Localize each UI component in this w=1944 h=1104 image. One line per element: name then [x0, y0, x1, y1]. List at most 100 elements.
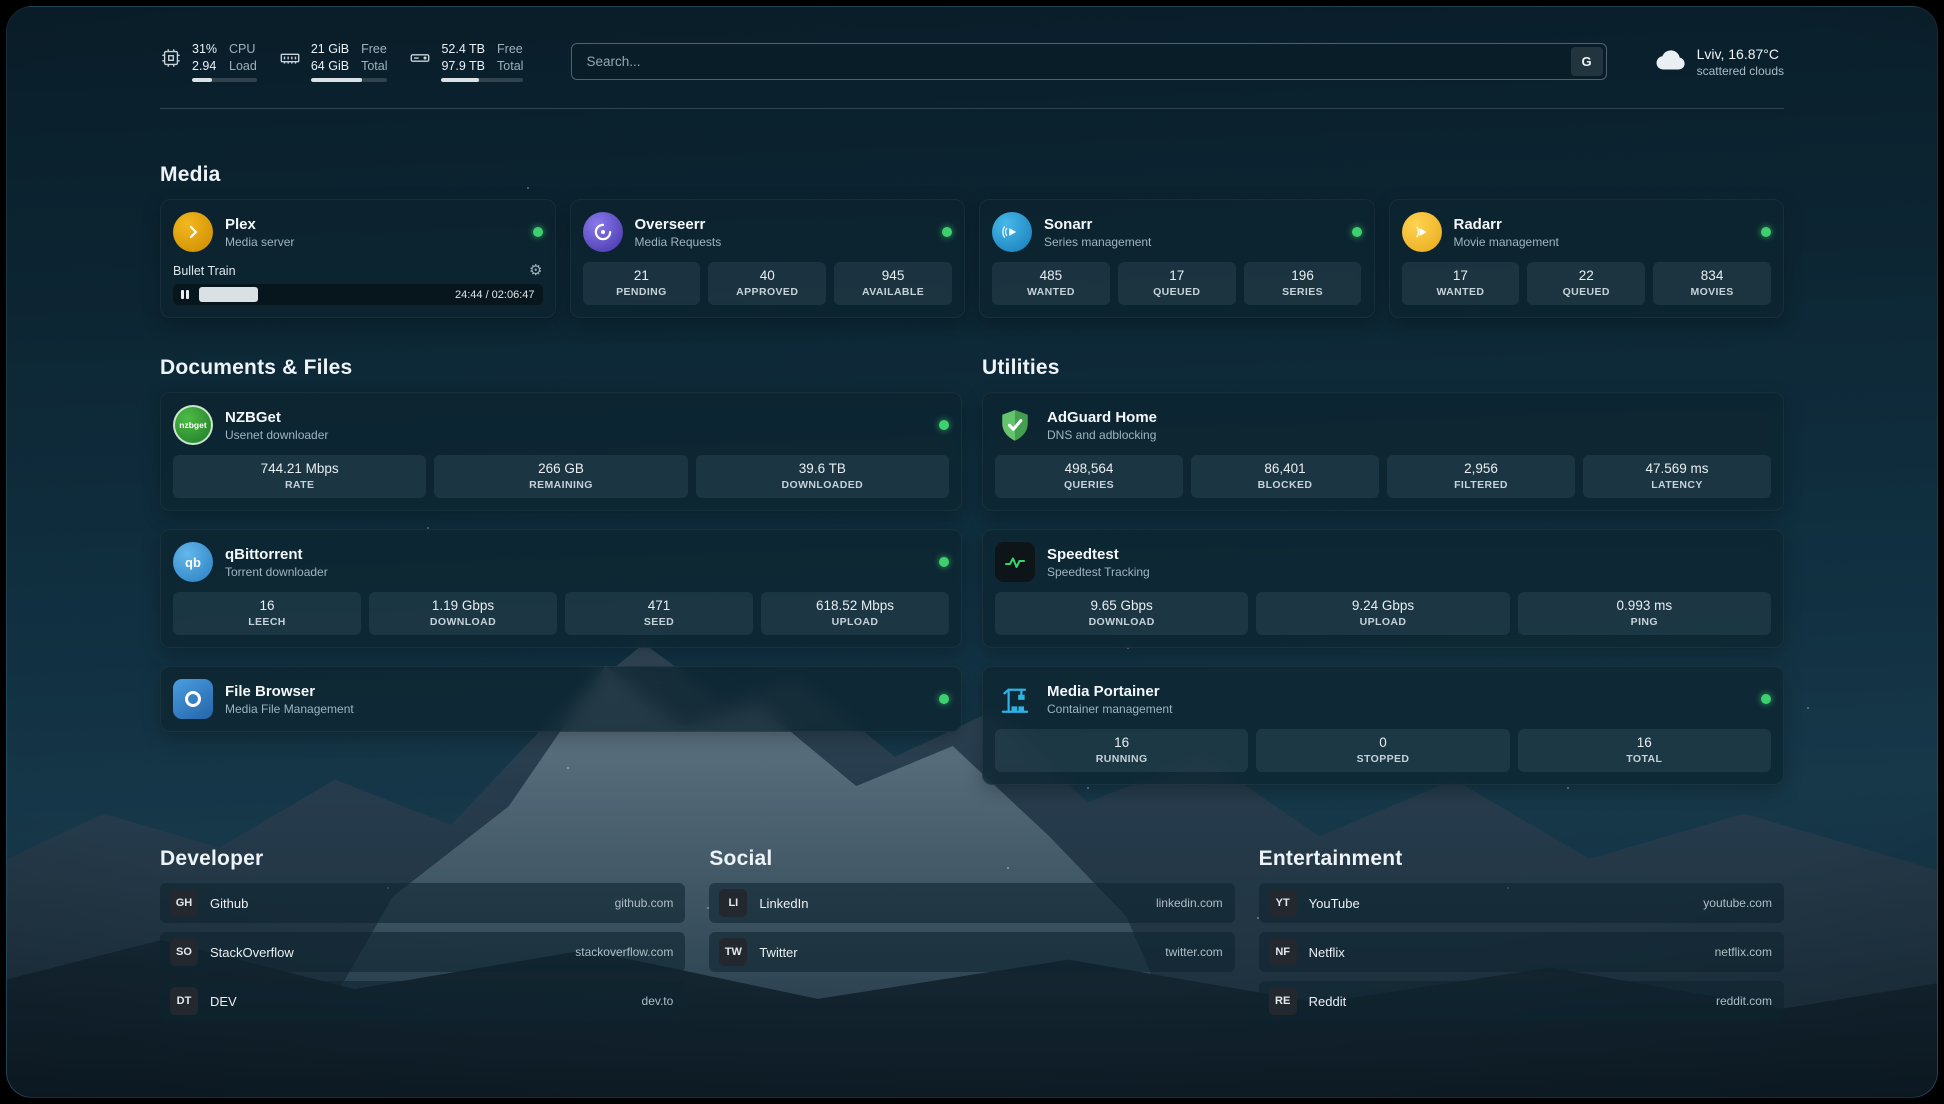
cpu-icon: [160, 47, 182, 69]
app-name: qBittorrent: [225, 546, 328, 563]
stat-approved: 40APPROVED: [708, 262, 826, 305]
app-subtitle: Torrent downloader: [225, 565, 328, 579]
reddit-icon: RE: [1269, 987, 1297, 1015]
bookmark-name: Twitter: [759, 945, 797, 960]
app-card-radarr[interactable]: Radarr Movie management 17WANTED 22QUEUE…: [1389, 199, 1785, 318]
pause-icon[interactable]: [181, 290, 189, 299]
app-card-portainer[interactable]: Media Portainer Container management 16R…: [982, 666, 1784, 785]
stat-wanted: 17WANTED: [1402, 262, 1520, 305]
cpu-percent: 31%: [192, 41, 217, 57]
app-card-nzbget[interactable]: nzbget NZBGet Usenet downloader 744.21 M…: [160, 392, 962, 511]
bookmark-netflix[interactable]: NF Netflix netflix.com: [1259, 932, 1784, 972]
memory-icon: [279, 47, 301, 69]
bookmark-linkedin[interactable]: LI LinkedIn linkedin.com: [709, 883, 1234, 923]
stat-filtered: 2,956FILTERED: [1387, 455, 1575, 498]
adguard-icon: [995, 405, 1035, 445]
app-card-plex[interactable]: Plex Media server Bullet Train ⚙ 24:44 /…: [160, 199, 556, 318]
section-title-social: Social: [709, 847, 1234, 871]
bookmark-youtube[interactable]: YT YouTube youtube.com: [1259, 883, 1784, 923]
app-subtitle: Media server: [225, 235, 294, 249]
weather-widget: Lviv, 16.87°C scattered clouds: [1655, 46, 1784, 78]
storage-free-label: Free: [497, 41, 523, 57]
bookmark-url: netflix.com: [1715, 945, 1772, 959]
bookmark-name: DEV: [210, 994, 237, 1009]
plex-progress-bar[interactable]: 24:44 / 02:06:47: [173, 284, 543, 305]
netflix-icon: NF: [1269, 938, 1297, 966]
app-subtitle: DNS and adblocking: [1047, 428, 1157, 442]
bookmark-url: github.com: [615, 896, 674, 910]
youtube-icon: YT: [1269, 889, 1297, 917]
memory-free-label: Free: [361, 41, 387, 57]
bookmark-reddit[interactable]: RE Reddit reddit.com: [1259, 981, 1784, 1021]
stat-series: 196SERIES: [1244, 262, 1362, 305]
bookmark-url: reddit.com: [1716, 994, 1772, 1008]
app-card-speedtest[interactable]: Speedtest Speedtest Tracking 9.65 GbpsDO…: [982, 529, 1784, 648]
stat-movies: 834MOVIES: [1653, 262, 1771, 305]
bookmark-dev[interactable]: DT DEV dev.to: [160, 981, 685, 1021]
app-subtitle: Series management: [1044, 235, 1151, 249]
cloud-icon: [1655, 48, 1687, 76]
filebrowser-icon: [173, 679, 213, 719]
bookmark-twitter[interactable]: TW Twitter twitter.com: [709, 932, 1234, 972]
social-bookmarks: Social LI LinkedIn linkedin.com TW Twitt…: [709, 847, 1234, 1021]
bookmark-stackoverflow[interactable]: SO StackOverflow stackoverflow.com: [160, 932, 685, 972]
app-card-adguard[interactable]: AdGuard Home DNS and adblocking 498,564Q…: [982, 392, 1784, 511]
linkedin-icon: LI: [719, 889, 747, 917]
stat-available: 945AVAILABLE: [834, 262, 952, 305]
stat-ping: 0.993 msPING: [1518, 592, 1771, 635]
radarr-icon: [1402, 212, 1442, 252]
stat-latency: 47.569 msLATENCY: [1583, 455, 1771, 498]
overseerr-icon: [583, 212, 623, 252]
developer-bookmarks: Developer GH Github github.com SO StackO…: [160, 847, 685, 1021]
memory-total-label: Total: [361, 58, 387, 74]
search-input[interactable]: [571, 43, 1606, 80]
cpu-label: CPU: [229, 41, 257, 57]
app-name: Plex: [225, 216, 294, 233]
weather-condition: scattered clouds: [1697, 64, 1784, 78]
stat-remaining: 266 GBREMAINING: [434, 455, 687, 498]
portainer-icon: [995, 679, 1035, 719]
gear-icon[interactable]: ⚙: [529, 263, 542, 278]
app-subtitle: Usenet downloader: [225, 428, 328, 442]
app-card-qbittorrent[interactable]: qb qBittorrent Torrent downloader 16LEEC…: [160, 529, 962, 648]
playback-time: 24:44 / 02:06:47: [455, 289, 535, 301]
memory-widget: 21 GiB Free 64 GiB Total: [279, 41, 388, 82]
search: G: [571, 43, 1606, 80]
app-card-filebrowser[interactable]: File Browser Media File Management: [160, 666, 962, 732]
qbittorrent-icon: qb: [173, 542, 213, 582]
storage-widget: 52.4 TB Free 97.9 TB Total: [409, 41, 523, 82]
bookmark-url: linkedin.com: [1156, 896, 1223, 910]
bookmark-url: youtube.com: [1703, 896, 1772, 910]
status-dot: [939, 557, 949, 567]
stat-leech: 16LEECH: [173, 592, 361, 635]
stat-pending: 21PENDING: [583, 262, 701, 305]
bookmark-name: StackOverflow: [210, 945, 294, 960]
search-engine-button[interactable]: G: [1571, 47, 1603, 76]
section-title-utilities: Utilities: [982, 356, 1784, 380]
bookmark-url: dev.to: [642, 994, 674, 1008]
storage-icon: [409, 47, 431, 69]
stat-running: 16RUNNING: [995, 729, 1248, 772]
stat-upload: 618.52 MbpsUPLOAD: [761, 592, 949, 635]
stat-queued: 22QUEUED: [1527, 262, 1645, 305]
app-name: NZBGet: [225, 409, 328, 426]
status-dot: [1352, 227, 1362, 237]
bookmark-github[interactable]: GH Github github.com: [160, 883, 685, 923]
memory-free: 21 GiB: [311, 41, 349, 57]
twitter-icon: TW: [719, 938, 747, 966]
bookmark-name: YouTube: [1309, 896, 1360, 911]
cpu-bar: [192, 78, 257, 82]
app-name: Overseerr: [635, 216, 722, 233]
media-card-grid: Plex Media server Bullet Train ⚙ 24:44 /…: [160, 199, 1784, 318]
app-subtitle: Container management: [1047, 702, 1172, 716]
stat-queries: 498,564QUERIES: [995, 455, 1183, 498]
entertainment-bookmarks: Entertainment YT YouTube youtube.com NF …: [1259, 847, 1784, 1021]
app-card-overseerr[interactable]: Overseerr Media Requests 21PENDING 40APP…: [570, 199, 966, 318]
app-card-sonarr[interactable]: Sonarr Series management 485WANTED 17QUE…: [979, 199, 1375, 318]
stat-download: 9.65 GbpsDOWNLOAD: [995, 592, 1248, 635]
status-dot: [939, 420, 949, 430]
bookmark-name: Reddit: [1309, 994, 1347, 1009]
stat-total: 16TOTAL: [1518, 729, 1771, 772]
utilities-column: Utilities: [982, 356, 1784, 785]
stat-queued: 17QUEUED: [1118, 262, 1236, 305]
